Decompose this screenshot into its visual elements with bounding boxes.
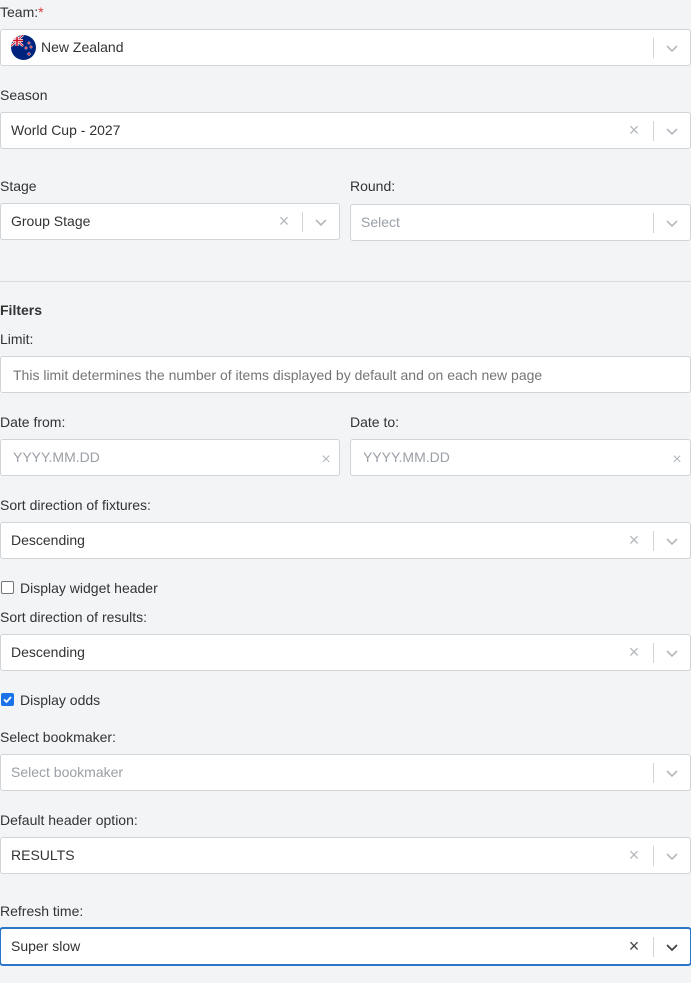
select-separator [302,212,303,232]
team-select[interactable]: New Zealand [0,29,691,66]
sort-fixtures-label: Sort direction of fixtures: [0,497,151,513]
stage-select[interactable]: Group Stage × [0,203,340,240]
default-header-select[interactable]: RESULTS × [0,837,691,874]
chevron-down-icon[interactable] [663,938,681,956]
widget-header-checkbox[interactable] [1,581,14,594]
sort-fixtures-select[interactable]: Descending × [0,522,691,559]
stage-value: Group Stage [11,213,91,229]
stage-label: Stage [0,178,37,194]
widget-header-label[interactable]: Display widget header [20,579,158,597]
clear-icon[interactable]: × [274,204,294,239]
filters-heading: Filters [0,302,43,318]
clear-icon[interactable]: × [624,523,644,558]
chevron-down-icon[interactable] [663,847,681,865]
round-select[interactable]: Select [350,204,691,241]
bookmaker-label: Select bookmaker: [0,729,116,745]
clear-icon[interactable]: × [667,442,687,477]
select-separator [653,846,654,866]
required-mark: * [38,4,44,20]
default-header-label: Default header option: [0,812,138,828]
chevron-down-icon[interactable] [312,213,330,231]
clear-icon[interactable]: × [624,929,644,964]
sort-fixtures-value: Descending [11,532,85,548]
clear-icon[interactable]: × [624,635,644,670]
chevron-down-icon[interactable] [663,214,681,232]
select-separator [653,213,654,233]
refresh-time-label: Refresh time: [0,903,84,919]
sort-results-value: Descending [11,644,85,660]
display-odds-checkbox[interactable] [1,693,14,706]
limit-label: Limit: [0,331,34,347]
round-placeholder: Select [361,214,400,230]
date-to-placeholder: YYYY.MM.DD [363,449,450,465]
section-divider [0,281,691,282]
select-separator [653,643,654,663]
new-zealand-flag-icon [11,35,36,60]
refresh-time-value: Super slow [11,938,81,954]
date-to-label: Date to: [350,414,400,430]
date-from-placeholder: YYYY.MM.DD [13,449,100,465]
chevron-down-icon[interactable] [663,39,681,57]
date-from-label: Date from: [0,414,66,430]
team-value: New Zealand [41,39,124,55]
select-separator [653,763,654,783]
chevron-down-icon[interactable] [663,764,681,782]
bookmaker-select[interactable]: Select bookmaker [0,754,691,791]
check-icon [3,696,12,704]
clear-icon[interactable]: × [624,113,644,148]
round-label: Round: [350,178,396,194]
clear-icon[interactable]: × [316,442,336,477]
date-from-input[interactable]: YYYY.MM.DD × [0,439,340,476]
season-label: Season [0,87,48,103]
bookmaker-placeholder: Select bookmaker [11,764,124,780]
select-separator [653,531,654,551]
default-header-value: RESULTS [11,847,75,863]
season-select[interactable]: World Cup - 2027 × [0,112,691,149]
select-separator [653,38,654,58]
chevron-down-icon[interactable] [663,644,681,662]
team-label: Team:* [0,4,44,20]
season-value: World Cup - 2027 [11,122,121,138]
sort-results-label: Sort direction of results: [0,609,148,625]
select-separator [653,121,654,141]
sort-results-select[interactable]: Descending × [0,634,691,671]
limit-input[interactable] [0,356,691,393]
chevron-down-icon[interactable] [663,532,681,550]
select-separator [653,937,654,957]
refresh-time-select[interactable]: Super slow × [0,928,691,965]
display-odds-label[interactable]: Display odds [20,691,100,709]
clear-icon[interactable]: × [624,838,644,873]
chevron-down-icon[interactable] [663,122,681,140]
date-to-input[interactable]: YYYY.MM.DD × [350,439,691,476]
